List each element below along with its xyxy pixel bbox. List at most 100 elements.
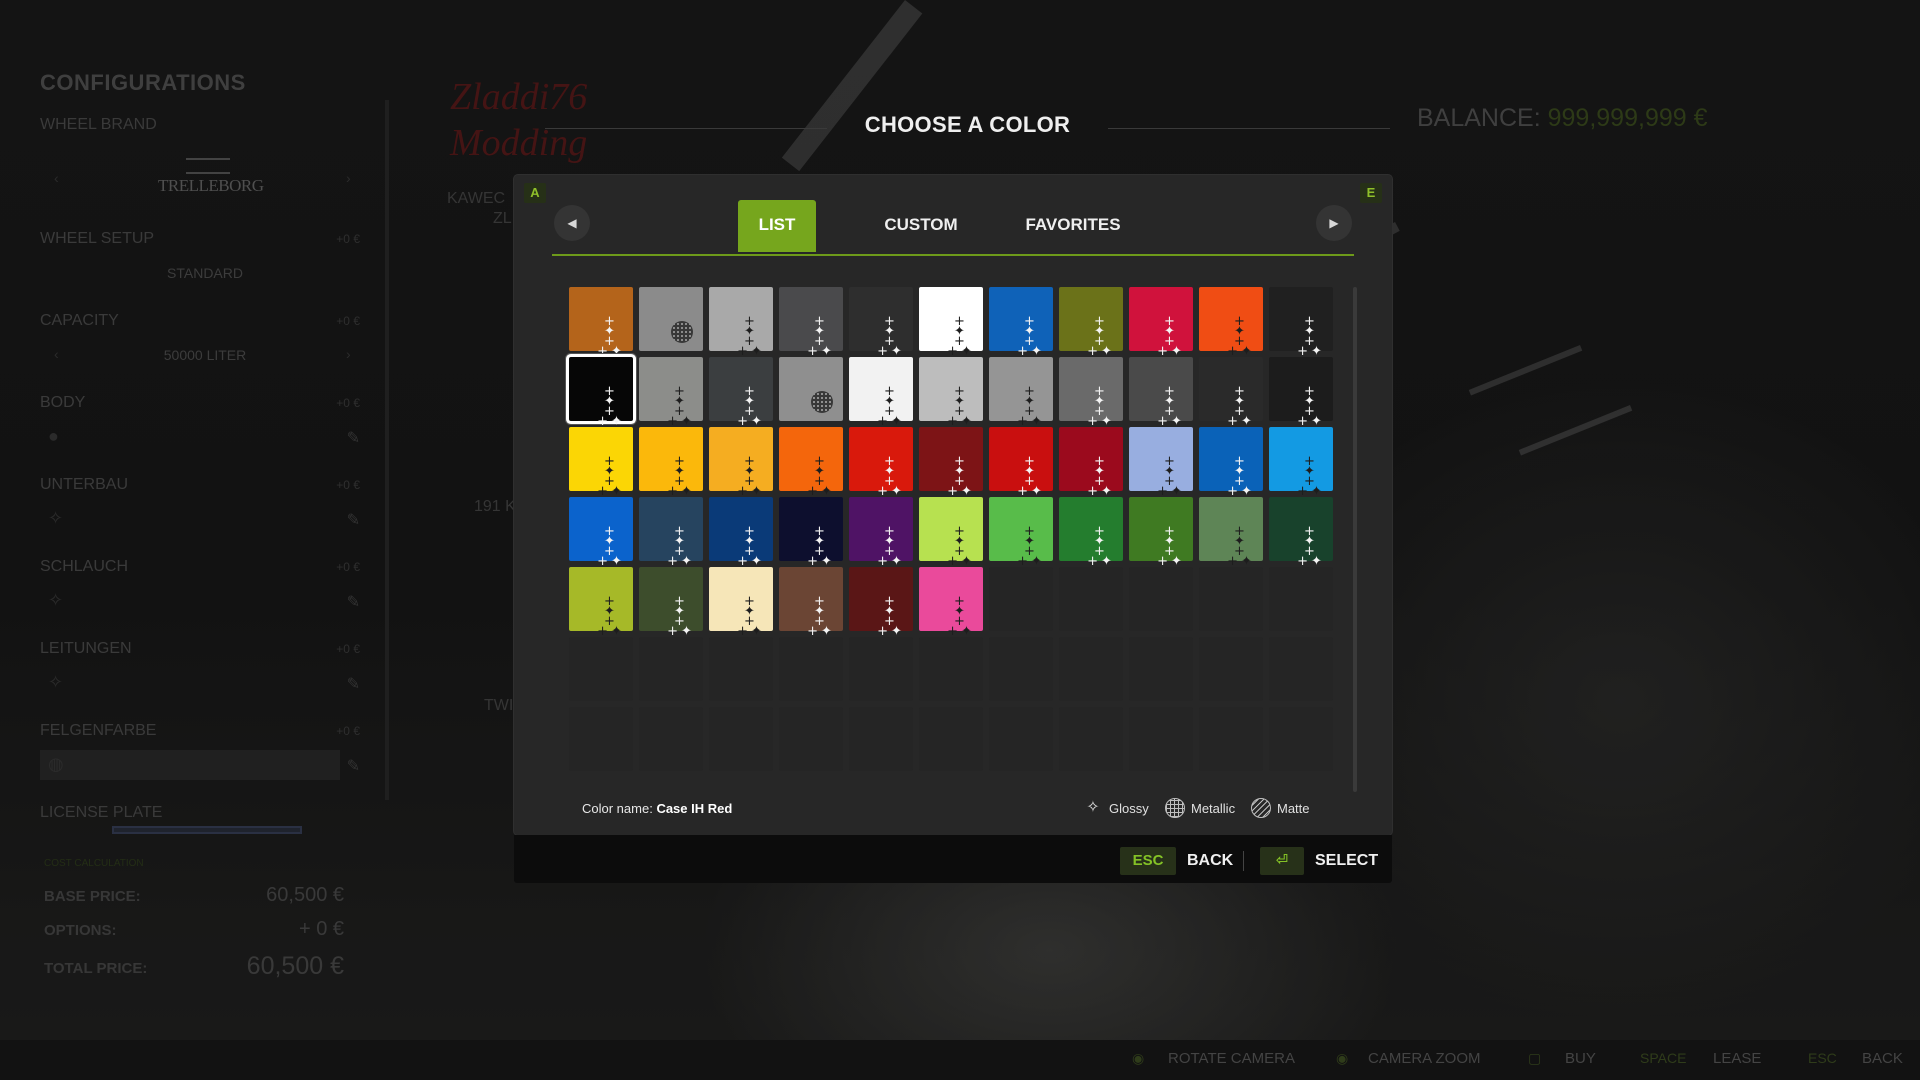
- glossy-icon[interactable]: ✧: [48, 672, 63, 693]
- swatch-scrollbar[interactable]: [1353, 287, 1357, 792]
- color-swatch[interactable]: + ✦ + +✦: [989, 287, 1053, 359]
- color-swatch[interactable]: + ✦ + +✦: [919, 567, 983, 638]
- glossy-icon: + ✦ + +✦: [1087, 524, 1115, 569]
- color-swatch[interactable]: + ✦ + +✦: [639, 567, 703, 638]
- empty-swatch-slot: [989, 567, 1053, 631]
- color-swatch[interactable]: + ✦ + +✦: [779, 287, 843, 358]
- glossy-icon: + ✦ + +✦: [1297, 384, 1325, 429]
- color-swatch[interactable]: + ✦ + +✦: [569, 357, 633, 428]
- color-swatch[interactable]: + ✦ + +✦: [1199, 497, 1263, 569]
- paint-brush-icon[interactable]: ✎: [347, 510, 360, 530]
- color-swatch[interactable]: + ✦ + +✦: [709, 567, 773, 638]
- glossy-icon: + ✦ + +✦: [1227, 454, 1255, 499]
- color-swatch[interactable]: + ✦ + +✦: [1199, 287, 1263, 358]
- color-swatch[interactable]: + ✦ + +✦: [1129, 497, 1193, 569]
- config-value-capacity[interactable]: 50000 LITER: [40, 347, 370, 363]
- paint-brush-icon[interactable]: ✎: [347, 756, 360, 776]
- color-tabs: LIST CUSTOM FAVORITES: [552, 200, 1354, 256]
- color-swatch[interactable]: + ✦ + +✦: [569, 567, 633, 638]
- back-button[interactable]: BACK: [1187, 847, 1233, 875]
- color-swatch[interactable]: + ✦ + +✦: [849, 497, 913, 568]
- paint-brush-icon[interactable]: ✎: [347, 592, 360, 612]
- glossy-icon: + ✦ + +✦: [947, 384, 975, 429]
- color-swatch[interactable]: + ✦ + +✦: [989, 357, 1053, 428]
- config-value-wheel-setup[interactable]: STANDARD: [40, 265, 370, 281]
- config-scrollbar[interactable]: [385, 100, 389, 800]
- color-swatch[interactable]: + ✦ + +✦: [1269, 427, 1333, 498]
- color-swatch[interactable]: + ✦ + +✦: [569, 497, 633, 569]
- color-swatch[interactable]: + ✦ + +✦: [1129, 357, 1193, 428]
- color-swatch[interactable]: + ✦ + +✦: [779, 427, 843, 498]
- license-plate-preview[interactable]: [112, 826, 302, 834]
- paint-brush-icon[interactable]: ✎: [347, 428, 360, 448]
- color-dot-icon[interactable]: ●: [48, 426, 59, 447]
- hint-rotate-camera[interactable]: ROTATE CAMERA: [1168, 1050, 1295, 1067]
- color-swatch[interactable]: + ✦ + +✦: [919, 497, 983, 569]
- color-swatch[interactable]: + ✦ + +✦: [1059, 287, 1123, 358]
- color-swatch[interactable]: [639, 287, 703, 351]
- color-swatch[interactable]: + ✦ + +✦: [779, 567, 843, 638]
- total-price-value: 60,500 €: [246, 952, 344, 980]
- hint-key-esc: ESC: [1808, 1050, 1837, 1066]
- glossy-icon: + ✦ + +✦: [1017, 314, 1045, 359]
- config-price: +0 €: [336, 314, 360, 328]
- chevron-right-icon[interactable]: ›: [346, 170, 351, 186]
- hint-lease[interactable]: LEASE: [1713, 1050, 1761, 1067]
- hint-back[interactable]: BACK: [1862, 1050, 1903, 1067]
- glossy-icon: + ✦ + +✦: [1227, 384, 1255, 429]
- color-swatch[interactable]: + ✦ + +✦: [1059, 497, 1123, 569]
- color-swatch[interactable]: + ✦ + +✦: [709, 287, 773, 358]
- chevron-right-icon[interactable]: ›: [346, 346, 351, 362]
- color-swatch[interactable]: + ✦ + +✦: [919, 427, 983, 498]
- color-name-value: Case IH Red: [656, 801, 733, 816]
- tab-custom[interactable]: CUSTOM: [859, 200, 983, 252]
- color-swatch[interactable]: + ✦ + +✦: [569, 287, 633, 358]
- config-price: +0 €: [336, 642, 360, 656]
- color-swatch[interactable]: + ✦ + +✦: [849, 567, 913, 638]
- color-swatch[interactable]: + ✦ + +✦: [849, 287, 913, 358]
- color-swatch[interactable]: + ✦ + +✦: [639, 427, 703, 498]
- color-swatch[interactable]: [779, 357, 843, 421]
- color-swatch[interactable]: + ✦ + +✦: [1199, 357, 1263, 429]
- hint-camera-zoom[interactable]: CAMERA ZOOM: [1368, 1050, 1481, 1067]
- esc-key-chip[interactable]: ESC: [1120, 847, 1176, 875]
- glossy-icon[interactable]: ✧: [48, 508, 63, 529]
- color-name-display: Color name: Case IH Red: [582, 801, 732, 816]
- total-price-row: TOTAL PRICE: 60,500 €: [44, 952, 344, 980]
- color-swatch[interactable]: + ✦ + +✦: [989, 427, 1053, 498]
- color-swatch[interactable]: + ✦ + +✦: [1129, 427, 1193, 498]
- color-swatch[interactable]: + ✦ + +✦: [989, 497, 1053, 568]
- color-swatch[interactable]: + ✦ + +✦: [1059, 357, 1123, 428]
- color-swatch[interactable]: + ✦ + +✦: [1269, 287, 1333, 358]
- color-swatch[interactable]: + ✦ + +✦: [1059, 427, 1123, 498]
- color-swatch[interactable]: + ✦ + +✦: [1269, 357, 1333, 429]
- color-swatch[interactable]: + ✦ + +✦: [709, 427, 773, 498]
- select-button[interactable]: SELECT: [1315, 847, 1378, 875]
- color-swatch[interactable]: + ✦ + +✦: [1129, 287, 1193, 358]
- color-swatch[interactable]: + ✦ + +✦: [709, 357, 773, 428]
- glossy-icon: + ✦ + +✦: [1157, 524, 1185, 569]
- color-swatch[interactable]: + ✦ + +✦: [639, 497, 703, 568]
- color-swatch[interactable]: + ✦ + +✦: [919, 287, 983, 358]
- glossy-icon: + ✦ + +✦: [597, 524, 625, 569]
- felgenfarbe-selected-row[interactable]: ◍: [40, 750, 340, 780]
- color-swatch[interactable]: + ✦ + +✦: [1199, 427, 1263, 499]
- glossy-icon: + ✦ + +✦: [947, 524, 975, 569]
- color-swatch[interactable]: + ✦ + +✦: [919, 357, 983, 429]
- hint-buy[interactable]: BUY: [1565, 1050, 1596, 1067]
- chevron-left-icon[interactable]: ‹: [54, 170, 59, 186]
- color-swatch[interactable]: + ✦ + +✦: [849, 427, 913, 498]
- tab-favorites[interactable]: FAVORITES: [1008, 200, 1138, 252]
- color-swatch[interactable]: + ✦ + +✦: [1269, 497, 1333, 568]
- color-swatch[interactable]: + ✦ + +✦: [639, 357, 703, 428]
- color-swatch[interactable]: + ✦ + +✦: [709, 497, 773, 568]
- color-swatch[interactable]: + ✦ + +✦: [849, 357, 913, 428]
- tab-list[interactable]: LIST: [738, 200, 816, 252]
- enter-icon[interactable]: ⏎: [1260, 847, 1304, 875]
- color-swatch[interactable]: + ✦ + +✦: [779, 497, 843, 568]
- glossy-icon: + ✦ + +✦: [1227, 524, 1255, 569]
- glossy-icon[interactable]: ✧: [48, 590, 63, 611]
- paint-brush-icon[interactable]: ✎: [347, 674, 360, 694]
- title-divider: [1108, 128, 1390, 129]
- color-swatch[interactable]: + ✦ + +✦: [569, 427, 633, 498]
